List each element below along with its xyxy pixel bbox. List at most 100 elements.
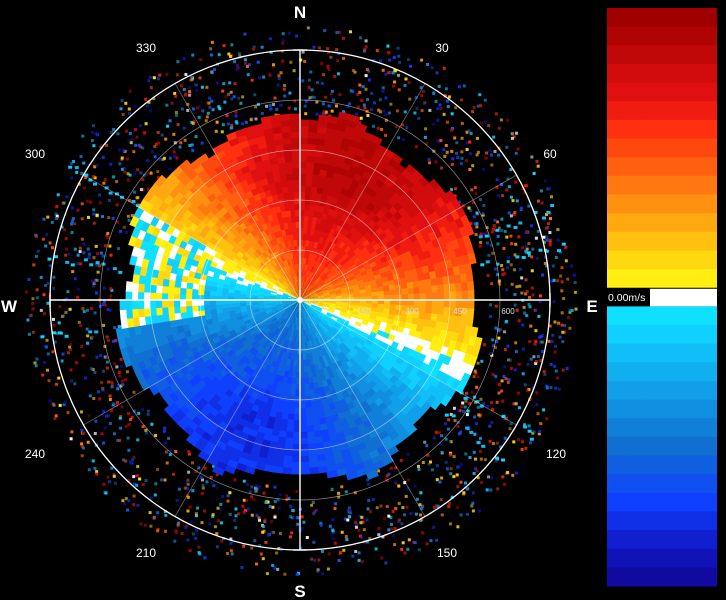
noise-bin [348,515,352,519]
noise-bin [118,270,123,274]
noise-bin [564,245,568,249]
noise-bin [191,122,195,125]
noise-bin [281,41,285,45]
noise-bin [440,451,444,455]
noise-bin [404,77,408,81]
noise-bin [500,217,504,221]
noise-bin [220,130,224,134]
noise-bin [46,215,50,219]
noise-bin [377,469,381,473]
noise-bin [283,572,287,576]
noise-bin [381,68,385,72]
noise-bin [261,530,265,534]
noise-bin [330,487,334,491]
noise-bin [296,522,300,526]
noise-bin [69,437,73,441]
noise-bin [112,267,117,271]
noise-bin [254,105,258,109]
velocity-bin [291,449,301,457]
velocity-bin [467,299,475,310]
noise-bin [404,494,408,498]
noise-bin [87,252,91,256]
noise-bin [80,217,84,221]
noise-bin [515,285,519,289]
noise-bin [128,460,132,464]
noise-bin [126,172,130,176]
noise-bin [214,129,218,133]
noise-bin [302,520,306,524]
noise-bin [148,511,152,515]
noise-bin [403,110,407,114]
noise-bin [70,222,73,226]
noise-bin [260,45,264,49]
noise-bin [484,234,489,238]
velocity-bin [161,306,169,315]
noise-bin [102,323,105,327]
noise-bin [534,360,538,364]
noise-bin [136,168,140,172]
noise-bin [550,340,554,344]
velocity-bin [179,305,187,314]
noise-bin [36,249,40,253]
noise-bin [505,319,508,323]
noise-bin [249,118,253,122]
noise-bin [84,376,88,380]
noise-bin [112,128,116,131]
noise-bin [476,441,481,445]
noise-bin [377,533,381,537]
noise-bin [93,466,97,470]
noise-bin [431,468,434,472]
noise-bin [273,485,277,489]
noise-bin [279,71,283,75]
noise-bin [273,500,277,504]
noise-bin [101,254,105,258]
noise-bin [106,475,110,479]
noise-bin [417,548,421,552]
noise-bin [109,162,113,166]
noise-bin [265,484,269,488]
noise-bin [216,506,220,510]
noise-bin [177,487,181,491]
noise-bin [344,490,348,494]
noise-bin [43,312,47,316]
noise-bin [529,324,533,328]
noise-bin [291,509,295,512]
noise-bin [479,198,482,202]
noise-bin [250,546,254,550]
noise-bin [91,279,94,283]
noise-bin [153,155,157,159]
noise-bin [442,66,446,70]
noise-bin [87,414,91,418]
noise-bin [503,229,507,233]
noise-bin [93,432,97,435]
noise-bin [541,273,545,277]
noise-bin [95,355,99,359]
noise-bin [388,58,392,62]
noise-bin [340,485,344,489]
noise-bin [119,357,123,361]
noise-bin [527,424,531,428]
noise-bin [58,403,62,407]
noise-bin [73,277,77,281]
velocity-bin [299,431,308,439]
noise-bin [514,471,518,475]
noise-bin [539,340,543,344]
noise-bin [523,184,527,188]
noise-bin [52,275,56,279]
noise-bin [113,481,117,485]
noise-bin [67,252,71,256]
noise-bin [437,431,441,435]
noise-bin [510,242,514,246]
velocity-bin [299,155,309,163]
noise-bin [95,163,99,167]
noise-bin [73,222,77,226]
noise-bin [27,278,31,281]
noise-bin [453,136,457,140]
noise-bin [174,450,178,453]
noise-bin [210,71,214,75]
noise-bin [116,387,120,391]
noise-bin [149,86,153,90]
noise-bin [203,556,207,560]
noise-bin [561,242,566,246]
noise-bin [401,506,405,510]
